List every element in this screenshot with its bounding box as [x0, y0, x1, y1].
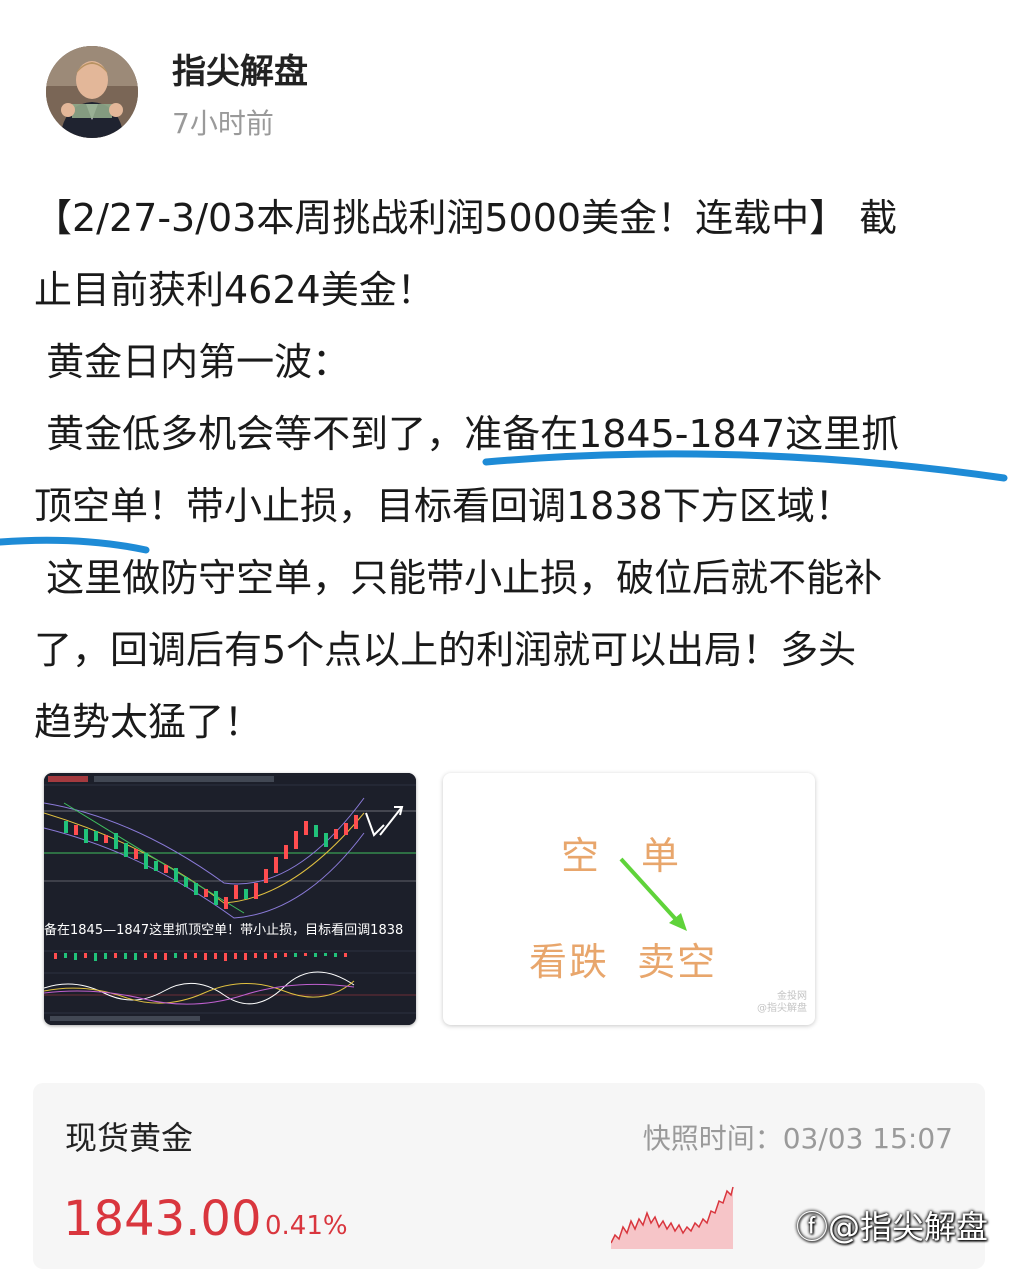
post-line: 趋势太猛了！ [34, 700, 263, 744]
image-label-bearish: 看跌 卖空 [529, 940, 718, 984]
watermark-line: 金投网 [777, 991, 807, 1002]
post-line: 这里做防守空单，只能带小止损，破位后就不能补 [34, 556, 883, 600]
chart-overlay-text: 备在1845—1847这里抓顶空单！带小止损，目标看回调1838 [44, 923, 404, 938]
down-arrow-icon [619, 857, 687, 931]
post-line: 【2/27-3/03本周挑战利润5000美金！连载中】 截 [34, 196, 898, 240]
author-avatar[interactable] [46, 46, 138, 138]
quote-snapshot-time: 快照时间：03/03 15:07 [642, 1122, 953, 1155]
image-watermark: 金投网 @指尖解盘 [757, 991, 807, 1015]
post-line: 黄金日内第一波： [34, 340, 351, 384]
post-line: 止目前获利4624美金！ [34, 268, 435, 312]
platform-watermark: ⓕ@指尖解盘 [796, 1208, 989, 1246]
quote-name: 现货黄金 [65, 1119, 194, 1157]
watermark-line: @指尖解盘 [757, 1003, 807, 1014]
post-line: 黄金低多机会等不到了，准备在1845-1847这里抓 [34, 412, 900, 456]
post-time: 7小时前 [172, 107, 274, 140]
post-text: 【2/27-3/03本周挑战利润5000美金！连载中】 截 止目前获利4624美… [34, 182, 994, 758]
quote-change: 0.41% [265, 1211, 348, 1241]
short-sell-image[interactable]: 空 单 看跌 卖空 金投网 @指尖解盘 [443, 773, 815, 1025]
chart-image[interactable]: 备在1845—1847这里抓顶空单！带小止损，目标看回调1838 [44, 773, 416, 1025]
sparkline-icon [611, 1186, 734, 1249]
post-line: 顶空单！带小止损，目标看回调1838下方区域！ [34, 484, 853, 528]
quote-price: 1843.00 [63, 1191, 262, 1247]
post-line: 了，回调后有5个点以上的利润就可以出局！多头 [34, 628, 857, 672]
author-name[interactable]: 指尖解盘 [172, 44, 308, 93]
